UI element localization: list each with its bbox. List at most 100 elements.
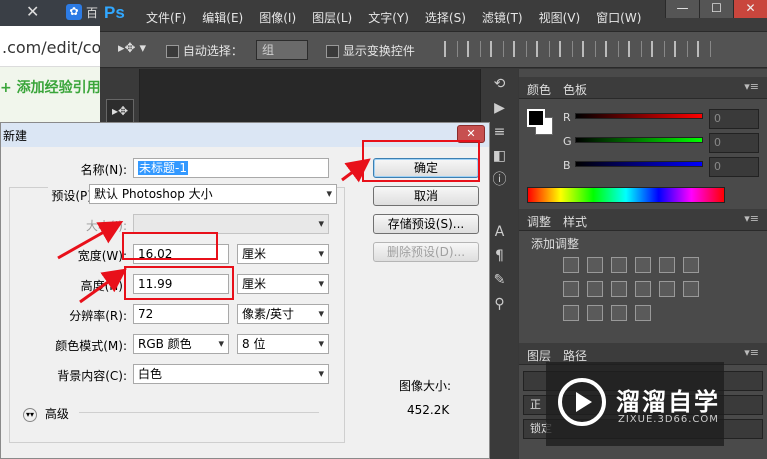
resolution-field[interactable]: 72 [133,304,229,324]
align-bottom-icon[interactable] [490,41,504,57]
menu-select[interactable]: 选择(S) [425,9,466,26]
background-contents-label: 背景内容(C): [57,369,127,383]
resolution-unit-dropdown[interactable]: 像素/英寸 [237,304,329,324]
height-label: 高度(H): [80,279,127,293]
name-field[interactable]: 未标题-1 [133,158,329,178]
vibrance-icon[interactable] [659,257,675,273]
menu-type[interactable]: 文字(Y) [368,9,409,26]
menu-layer[interactable]: 图层(L) [312,9,352,26]
green-track[interactable] [575,137,703,143]
brightness-icon[interactable] [563,257,579,273]
advanced-toggle[interactable]: ▾▾ 高级 [23,405,69,422]
distribute-center-icon[interactable] [674,41,688,57]
tab-title[interactable]: 百 [86,4,98,21]
red-value-field[interactable]: 0 [709,109,759,129]
levels-icon[interactable] [587,257,603,273]
align-left-icon[interactable] [513,41,527,57]
align-middle-icon[interactable] [467,41,481,57]
green-value-field[interactable]: 0 [709,133,759,153]
gradient-map-icon[interactable] [611,305,627,321]
distribute-top-icon[interactable] [582,41,596,57]
threshold-icon[interactable] [587,305,603,321]
foreground-color-swatch[interactable] [527,109,545,127]
blue-slider[interactable]: B 0 [563,157,759,177]
show-transform-checkbox[interactable] [326,45,339,58]
color-balance-icon[interactable] [563,281,579,297]
black-white-icon[interactable] [587,281,603,297]
tab-swatches[interactable]: 色板 [563,81,587,98]
adjust-icon[interactable]: ◧ [491,147,509,165]
width-label: 宽度(W): [77,249,127,263]
actions-icon[interactable]: ▶ [491,99,509,117]
green-slider[interactable]: G 0 [563,133,759,153]
tab-adjustments[interactable]: 调整 [527,213,551,230]
clone-icon[interactable]: ⚲ [491,295,509,313]
align-center-icon[interactable] [536,41,550,57]
blue-value-field[interactable]: 0 [709,157,759,177]
distribute-bottom-icon[interactable] [628,41,642,57]
distribute-right-icon[interactable] [697,41,711,57]
color-mode-label: 颜色模式(M): [55,339,127,353]
align-icons [444,41,711,57]
curves-icon[interactable] [611,257,627,273]
color-spectrum[interactable] [527,187,725,203]
blue-track[interactable] [575,161,703,167]
minimize-button[interactable]: — [665,0,699,18]
preset-dropdown[interactable]: 默认 Photoshop 大小 [89,184,337,204]
delete-preset-button[interactable]: 删除预设(D)... [373,242,479,262]
move-tool-icon[interactable]: ▸✥ [106,99,134,123]
selective-color-icon[interactable] [635,305,651,321]
menu-view[interactable]: 视图(V) [539,9,581,26]
height-unit-dropdown[interactable]: 厘米 [237,274,329,294]
panel-menu-icon[interactable]: ▾≡ [744,80,759,93]
show-transform-option[interactable]: 显示变换控件 [326,42,415,59]
align-top-icon[interactable] [444,41,458,57]
exposure-icon[interactable] [635,257,651,273]
properties-icon[interactable]: ≡ [491,123,509,141]
tab-close-icon[interactable]: ✕ [26,2,39,21]
red-slider[interactable]: R 0 [563,109,759,129]
history-icon[interactable]: ⟲ [491,75,509,93]
align-right-icon[interactable] [559,41,573,57]
background-contents-dropdown[interactable]: 白色 [133,364,329,384]
posterize-icon[interactable] [563,305,579,321]
distribute-left-icon[interactable] [651,41,665,57]
maximize-button[interactable]: ☐ [699,0,733,18]
menu-file[interactable]: 文件(F) [146,9,186,26]
paragraph-icon[interactable]: ¶ [491,247,509,265]
address-bar[interactable]: .com/edit/co [0,26,101,66]
menu-window[interactable]: 窗口(W) [596,9,641,26]
tab-color[interactable]: 颜色 [527,81,551,98]
panel-menu-icon[interactable]: ▾≡ [744,212,759,225]
auto-select-target-dropdown[interactable]: 组 [256,40,308,60]
color-lookup-icon[interactable] [659,281,675,297]
move-tool-preset-icon[interactable]: ▸✥ ▾ [118,41,146,56]
cancel-button[interactable]: 取消 [373,186,479,206]
info-icon[interactable]: ⓘ [491,171,509,189]
distribute-middle-icon[interactable] [605,41,619,57]
panel-menu-icon[interactable]: ▾≡ [744,346,759,359]
add-reference-link[interactable]: + 添加经验引用 [0,77,101,97]
annotation-box-height [124,266,234,300]
auto-select-option[interactable]: 自动选择： [166,42,243,59]
photo-filter-icon[interactable] [611,281,627,297]
menu-filter[interactable]: 滤镜(T) [482,9,523,26]
size-dropdown[interactable] [133,214,329,234]
save-preset-button[interactable]: 存储预设(S)... [373,214,479,234]
bit-depth-dropdown[interactable]: 8 位 [237,334,329,354]
color-mode-dropdown[interactable]: RGB 颜色 [133,334,229,354]
tab-styles[interactable]: 样式 [563,213,587,230]
watermark-play-icon [558,378,606,426]
invert-icon[interactable] [683,281,699,297]
browser-page: + 添加经验引用 [0,66,101,126]
channel-mixer-icon[interactable] [635,281,651,297]
auto-select-checkbox[interactable] [166,45,179,58]
character-icon[interactable]: A [491,223,509,241]
menu-edit[interactable]: 编辑(E) [202,9,243,26]
width-unit-dropdown[interactable]: 厘米 [237,244,329,264]
menu-image[interactable]: 图像(I) [259,9,296,26]
close-window-button[interactable]: ✕ [733,0,767,18]
brush-icon[interactable]: ✎ [491,271,509,289]
red-track[interactable] [575,113,703,119]
hue-saturation-icon[interactable] [683,257,699,273]
